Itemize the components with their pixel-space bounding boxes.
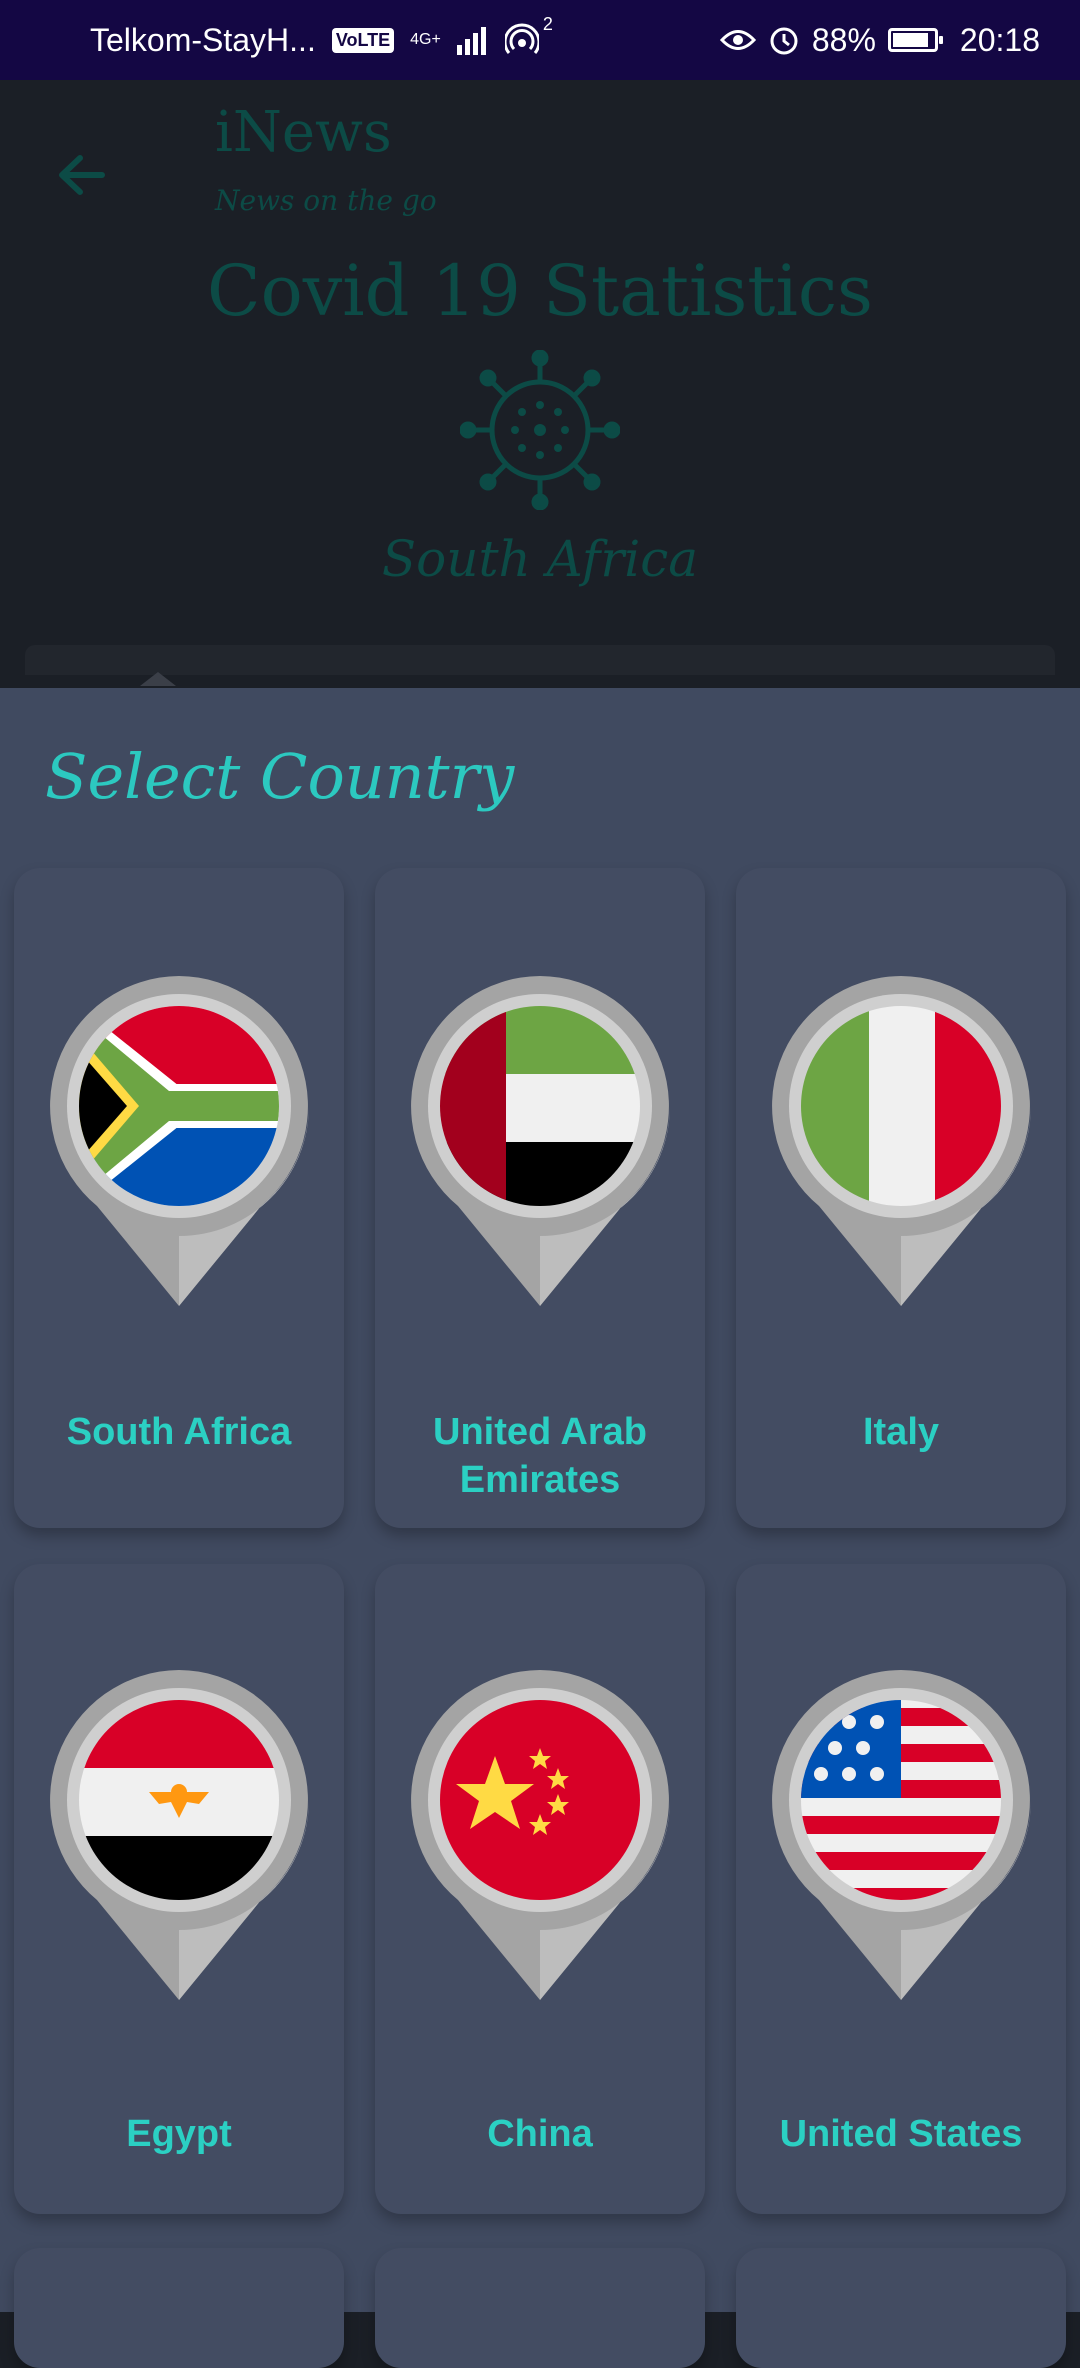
battery-fill <box>892 33 928 47</box>
italy-flag-icon <box>772 976 1031 1306</box>
app-tagline: News on the go <box>215 184 437 217</box>
country-card-united-states[interactable]: United States <box>736 1564 1066 2214</box>
country-card-partial[interactable] <box>375 2248 705 2368</box>
hotspot-count: 2 <box>542 14 553 34</box>
country-card-italy[interactable]: Italy <box>736 868 1066 1528</box>
app-header: iNews News on the go Covid 19 Statistics… <box>0 80 1080 688</box>
app-name: iNews <box>215 100 392 165</box>
country-name: Italy <box>862 1411 940 1453</box>
country-card-uae[interactable]: United Arab Emirates <box>375 868 705 1528</box>
stats-card-edge <box>25 645 1055 675</box>
uae-flag-icon <box>411 976 670 1306</box>
south-africa-flag-icon <box>50 976 309 1306</box>
network-type: 4G+ <box>410 31 441 48</box>
clock: 20:18 <box>959 21 1040 58</box>
eye-icon <box>719 30 756 50</box>
usa-flag-icon <box>772 1670 1031 2000</box>
country-card-partial[interactable] <box>14 2248 344 2368</box>
back-arrow-icon[interactable] <box>50 140 120 210</box>
hotspot-icon <box>504 23 539 54</box>
country-card-partial[interactable] <box>736 2248 1066 2368</box>
country-name: South Africa <box>66 1411 292 1453</box>
signal-icon <box>456 27 486 55</box>
country-name: United States <box>779 2113 1023 2155</box>
country-card-egypt[interactable]: Egypt <box>14 1564 344 2214</box>
volte-badge: VoLTE <box>331 27 395 53</box>
battery-icon <box>887 28 943 52</box>
battery-percent: 88% <box>811 21 876 58</box>
page-title: Covid 19 Statistics <box>207 250 873 332</box>
dropdown-pointer <box>140 672 176 686</box>
egypt-flag-icon <box>50 1670 309 2000</box>
virus-icon <box>460 350 620 510</box>
china-flag-icon <box>411 1670 670 2000</box>
selected-country: South Africa <box>381 530 699 588</box>
country-name: United Arab Emirates <box>433 1411 647 1501</box>
status-bar: Telkom-StayH... VoLTE 4G+ 2 88% 20:18 <box>0 0 1080 80</box>
country-card-south-africa[interactable]: South Africa <box>14 868 344 1528</box>
sheet-title: Select Country <box>45 740 515 813</box>
country-name: Egypt <box>126 2113 232 2155</box>
country-card-china[interactable]: China <box>375 1564 705 2214</box>
country-name: China <box>487 2113 593 2155</box>
carrier-name: Telkom-StayH... <box>90 21 316 58</box>
alarm-icon <box>770 27 798 55</box>
country-select-sheet: Select Country South Africa United Arab … <box>0 688 1080 2368</box>
